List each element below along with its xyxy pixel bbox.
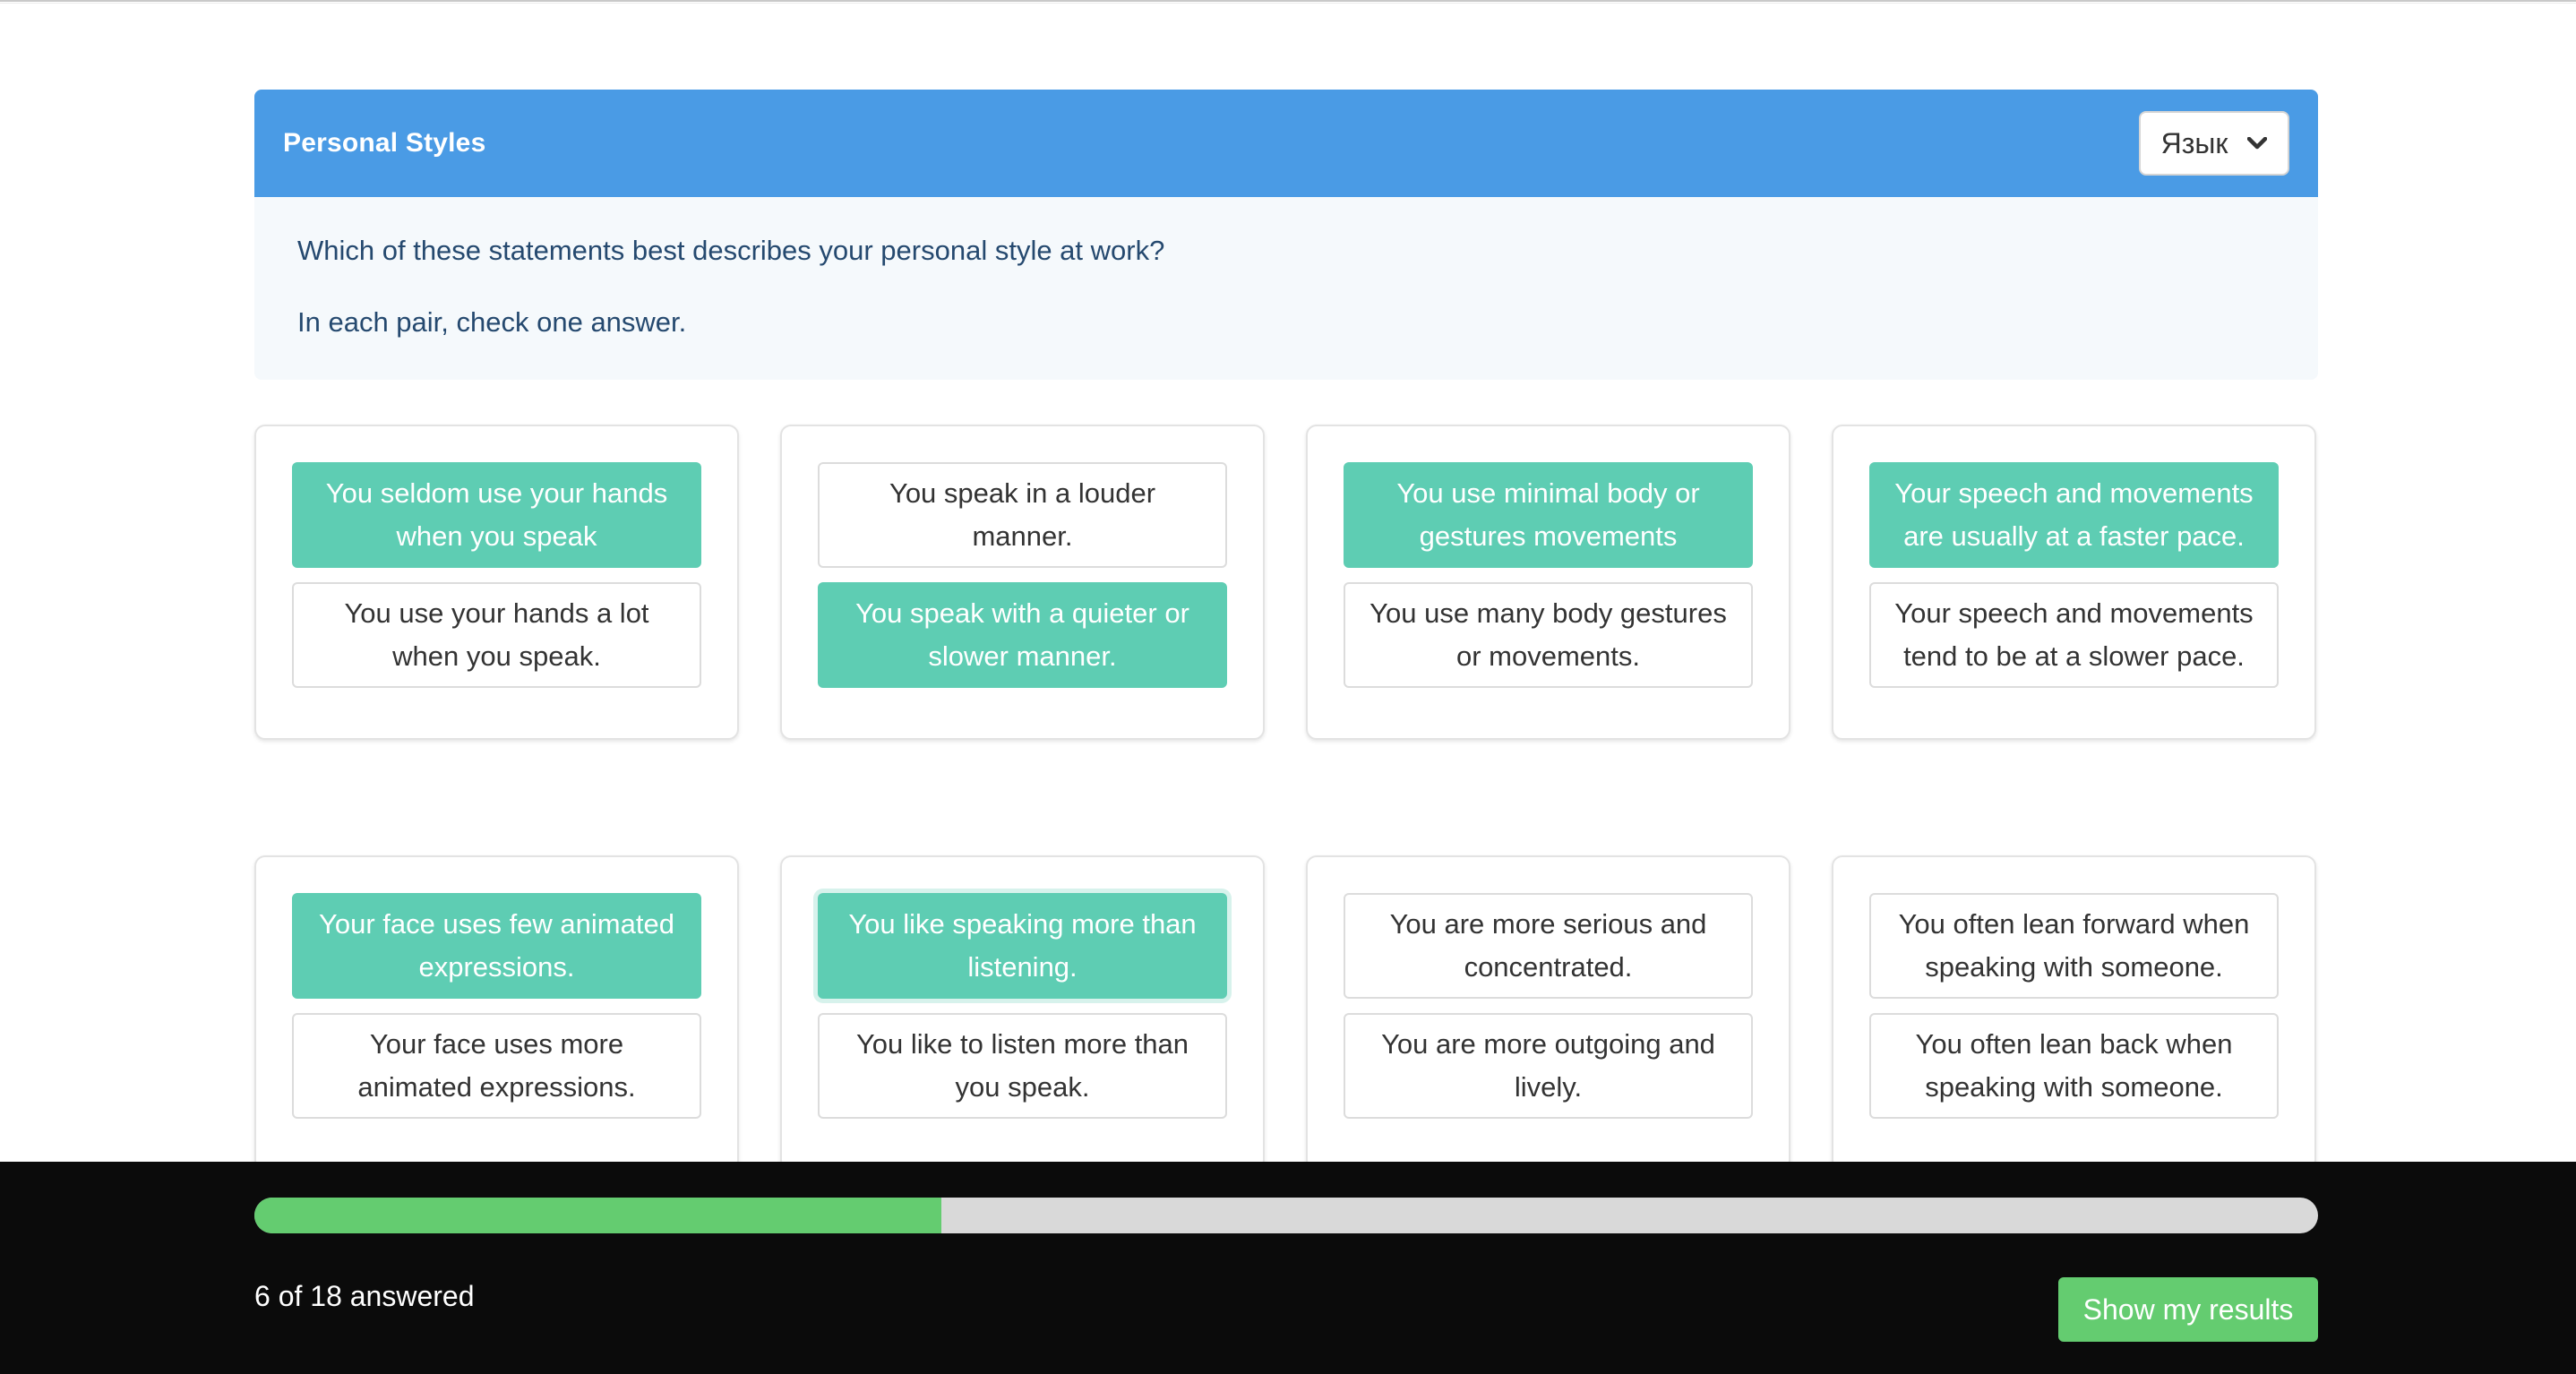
pair-option[interactable]: Your speech and movements are usually at…: [1869, 462, 2279, 568]
question-text: Which of these statements best describes…: [297, 235, 1165, 266]
pair-card: You speak in a louder manner. You speak …: [780, 425, 1265, 740]
pair-card: You are more serious and concentrated. Y…: [1306, 855, 1790, 1171]
language-select[interactable]: Язык: [2139, 111, 2289, 176]
pair-card: You seldom use your hands when you speak…: [254, 425, 739, 740]
pair-option[interactable]: You use many body gestures or movements.: [1344, 582, 1753, 688]
personal-styles-panel: Personal Styles Язык Which of these stat…: [254, 90, 2318, 380]
show-results-button[interactable]: Show my results: [2058, 1277, 2318, 1342]
pair-option[interactable]: You like to listen more than you speak.: [818, 1013, 1227, 1119]
hint-text: In each pair, check one answer.: [297, 306, 687, 338]
chevron-down-icon: [2247, 137, 2268, 150]
pair-option[interactable]: You often lean forward when speaking wit…: [1869, 893, 2279, 999]
pair-card: You use minimal body or gestures movemen…: [1306, 425, 1790, 740]
pair-option[interactable]: You speak with a quieter or slower manne…: [818, 582, 1227, 688]
pair-option[interactable]: You seldom use your hands when you speak: [292, 462, 701, 568]
pair-card: Your face uses few animated expressions.…: [254, 855, 739, 1171]
instructions-box: Which of these statements best describes…: [254, 197, 2318, 380]
pair-option[interactable]: You like speaking more than listening.: [818, 893, 1227, 999]
pair-option[interactable]: You speak in a louder manner.: [818, 462, 1227, 568]
pair-option[interactable]: Your face uses more animated expressions…: [292, 1013, 701, 1119]
panel-header: Personal Styles Язык: [254, 90, 2318, 197]
pair-card: You often lean forward when speaking wit…: [1832, 855, 2316, 1171]
pair-option[interactable]: You use minimal body or gestures movemen…: [1344, 462, 1753, 568]
progress-footer: 6 of 18 answered Show my results: [0, 1162, 2576, 1374]
pair-option[interactable]: You use your hands a lot when you speak.: [292, 582, 701, 688]
pairs-row-1: You seldom use your hands when you speak…: [254, 425, 2318, 740]
pair-option[interactable]: You often lean back when speaking with s…: [1869, 1013, 2279, 1119]
top-divider: [0, 0, 2576, 4]
pair-card: Your speech and movements are usually at…: [1832, 425, 2316, 740]
pair-card: You like speaking more than listening. Y…: [780, 855, 1265, 1171]
progress-bar-fill: [254, 1198, 942, 1233]
pair-option[interactable]: Your face uses few animated expressions.: [292, 893, 701, 999]
pair-option[interactable]: You are more outgoing and lively.: [1344, 1013, 1753, 1119]
language-select-label: Язык: [2160, 126, 2228, 159]
pairs-row-2: Your face uses few animated expressions.…: [254, 855, 2318, 1171]
pair-option[interactable]: You are more serious and concentrated.: [1344, 893, 1753, 999]
progress-bar: [254, 1198, 2318, 1233]
pair-option[interactable]: Your speech and movements tend to be at …: [1869, 582, 2279, 688]
page-title: Personal Styles: [283, 128, 486, 158]
answered-count: 6 of 18 answered: [254, 1280, 475, 1312]
